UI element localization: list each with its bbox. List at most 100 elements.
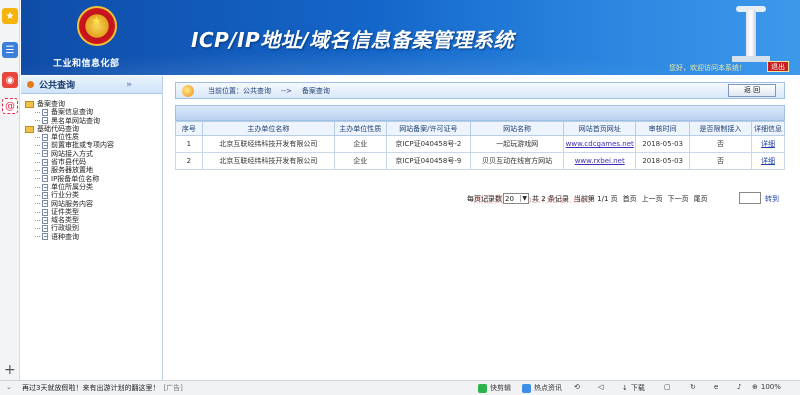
ad-tag: [广告]: [163, 384, 183, 392]
current-page: 当前第 1/1 页: [573, 194, 618, 203]
tree-item[interactable]: 服务器放置地: [25, 166, 162, 174]
menu-tree: 备案查询 备案信息查询 黑名单网站查询 基础代码查询 单位性质 前置审批或专项内…: [21, 94, 162, 241]
column-header: 详细信息: [750, 121, 786, 136]
document-icon: [42, 150, 48, 158]
status-ad-text[interactable]: 再过3天就放假啦！来有出游计划的翻这里！: [22, 383, 159, 393]
tree-item[interactable]: 域名类型: [25, 216, 162, 224]
cell-org-type: 企业: [333, 152, 387, 170]
home-icon[interactable]: [182, 84, 194, 97]
per-page-label: 每页记录数: [467, 194, 502, 203]
tree-item[interactable]: 网站接入方式: [25, 150, 162, 158]
tree-item[interactable]: 语种查询: [25, 233, 162, 241]
tree-item[interactable]: 备案信息查询: [25, 108, 162, 116]
chevron-down-icon[interactable]: ⌄: [6, 383, 12, 391]
prev-page-link[interactable]: 上一页: [642, 194, 663, 204]
document-icon: [42, 233, 48, 241]
cell-license: 京ICP证040458号-2: [385, 135, 472, 153]
zoom-icon: ⊕: [752, 383, 758, 391]
welcome-text: 您好，欢迎访问本系统！: [669, 64, 746, 72]
column-header: 网站备案/许可证号: [385, 121, 472, 136]
document-icon: [42, 133, 48, 141]
detail-link[interactable]: 详细: [761, 157, 775, 165]
download-button[interactable]: ↓ 下载: [622, 383, 645, 393]
tools-icon[interactable]: ⟲: [574, 383, 580, 391]
tree-item[interactable]: 网站服务内容: [25, 200, 162, 208]
cell-index: 1: [175, 135, 203, 153]
cell-org-type: 企业: [333, 135, 387, 153]
add-sidebar-icon[interactable]: +: [4, 363, 16, 377]
favorites-star-icon[interactable]: ★: [2, 8, 18, 24]
cell-site-name: 贝贝互动在线官方网站: [470, 152, 565, 170]
email-icon[interactable]: @: [2, 98, 18, 114]
table-row: 1 北京互联经纬科技开发有限公司 企业 京ICP证040458号-2 一起玩游戏…: [175, 135, 786, 153]
results-table: 序号 主办单位名称 主办单位性质 网站备案/许可证号 网站名称 网站首页网址 审…: [175, 121, 786, 170]
tree-item[interactable]: IP报备单位名称: [25, 175, 162, 183]
main-content: 当前位置：公共查询 --> 备案查询 返 回 序号 主办单位名称 主办单位性质 …: [165, 76, 800, 380]
left-menu: 公共查询 » 备案查询 备案信息查询 黑名单网站查询 基础代码查询 单位性质 前…: [21, 76, 163, 380]
column-header: 主办单位名称: [201, 121, 335, 136]
reading-list-icon[interactable]: ☰: [2, 42, 18, 58]
table-row: 2 北京互联经纬科技开发有限公司 企业 京ICP证040458号-9 贝贝互动在…: [175, 152, 786, 170]
logout-button[interactable]: 退出: [767, 61, 789, 72]
cell-organizer: 北京互联经纬科技开发有限公司: [201, 152, 335, 170]
screen-icon[interactable]: ▢: [664, 383, 671, 391]
first-page-link[interactable]: 首页: [623, 194, 637, 204]
breadcrumb-location: 当前位置：公共查询: [208, 86, 271, 95]
document-icon: [42, 142, 48, 150]
tree-item[interactable]: 行政级别: [25, 224, 162, 232]
table-header-row: 序号 主办单位名称 主办单位性质 网站备案/许可证号 网站名称 网站首页网址 审…: [175, 121, 786, 136]
cell-detail: 详细: [750, 152, 786, 170]
homepage-link[interactable]: www.rxbei.net: [575, 157, 625, 165]
tree-item[interactable]: 行业分类: [25, 191, 162, 199]
cell-detail: 详细: [750, 135, 786, 153]
tree-item[interactable]: 黑名单网站查询: [25, 117, 162, 125]
last-page-link[interactable]: 尾页: [694, 194, 708, 204]
zoom-control[interactable]: ⊕ 100%: [752, 383, 781, 391]
tree-item[interactable]: 证件类型: [25, 208, 162, 216]
document-icon: [42, 225, 48, 233]
browser-window: ★ ☰ ◉ @ + ★ 工业和信息化部 ICP/IP地址/域名信息备案管理系统 …: [0, 0, 800, 395]
tree-group-basic-code[interactable]: 基础代码查询: [25, 125, 162, 133]
homepage-link[interactable]: www.cdcgames.net: [566, 140, 634, 148]
folder-icon: [25, 100, 34, 108]
detail-link[interactable]: 详细: [761, 140, 775, 148]
per-page-select[interactable]: 20 ▼: [503, 193, 529, 204]
audio-icon[interactable]: ♪: [737, 383, 741, 391]
page-jump-input[interactable]: [739, 192, 761, 204]
document-icon: [42, 183, 48, 191]
breadcrumb-arrow: -->: [281, 86, 292, 95]
column-header: 主办单位性质: [333, 121, 387, 136]
cell-homepage: www.rxbei.net: [563, 152, 637, 170]
download-icon: ↓: [622, 384, 628, 392]
national-emblem-icon: ★: [77, 6, 117, 46]
quick-clip-button[interactable]: 快剪辑: [478, 383, 511, 393]
go-button[interactable]: 转到: [765, 194, 779, 204]
document-icon: [42, 208, 48, 216]
browser-status-bar: ⌄ 再过3天就放假啦！来有出游计划的翻这里！ [广告] 快剪辑 热点资讯 ⟲ ◁…: [0, 380, 800, 395]
total-records: 共 2 条记录: [532, 194, 569, 203]
column-header: 审核时间: [635, 121, 690, 136]
hot-news-button[interactable]: 热点资讯: [522, 383, 562, 393]
ie-icon[interactable]: e: [714, 383, 718, 391]
document-icon: [42, 158, 48, 166]
next-page-link[interactable]: 下一页: [668, 194, 689, 204]
tree-item[interactable]: 省市县代码: [25, 158, 162, 166]
tree-group-filing-query[interactable]: 备案查询: [25, 100, 162, 108]
system-title: ICP/IP地址/域名信息备案管理系统: [191, 28, 514, 52]
weibo-icon[interactable]: ◉: [2, 72, 18, 88]
pagination: 每页记录数 20 ▼ 共 2 条记录 当前第 1/1 页 首页 上一页 下一页 尾…: [467, 192, 779, 204]
column-header: 网站名称: [470, 121, 565, 136]
collapse-icon[interactable]: »: [126, 80, 132, 90]
tree-item[interactable]: 前置审批或专项内容: [25, 141, 162, 149]
header-banner: ★ 工业和信息化部 ICP/IP地址/域名信息备案管理系统 您好，欢迎访问本系统…: [21, 0, 800, 75]
table-toolbar: [175, 105, 785, 121]
cell-index: 2: [175, 152, 203, 170]
document-icon: [42, 175, 48, 183]
refresh-icon[interactable]: ↻: [690, 383, 696, 391]
column-header: 是否限制接入: [689, 121, 752, 136]
tree-item[interactable]: 单位所属分类: [25, 183, 162, 191]
back-button[interactable]: 返 回: [728, 84, 776, 97]
sound-icon[interactable]: ◁: [598, 383, 603, 391]
huabiao-pillar-base: [732, 56, 770, 62]
cell-review-date: 2018-05-03: [635, 135, 690, 153]
